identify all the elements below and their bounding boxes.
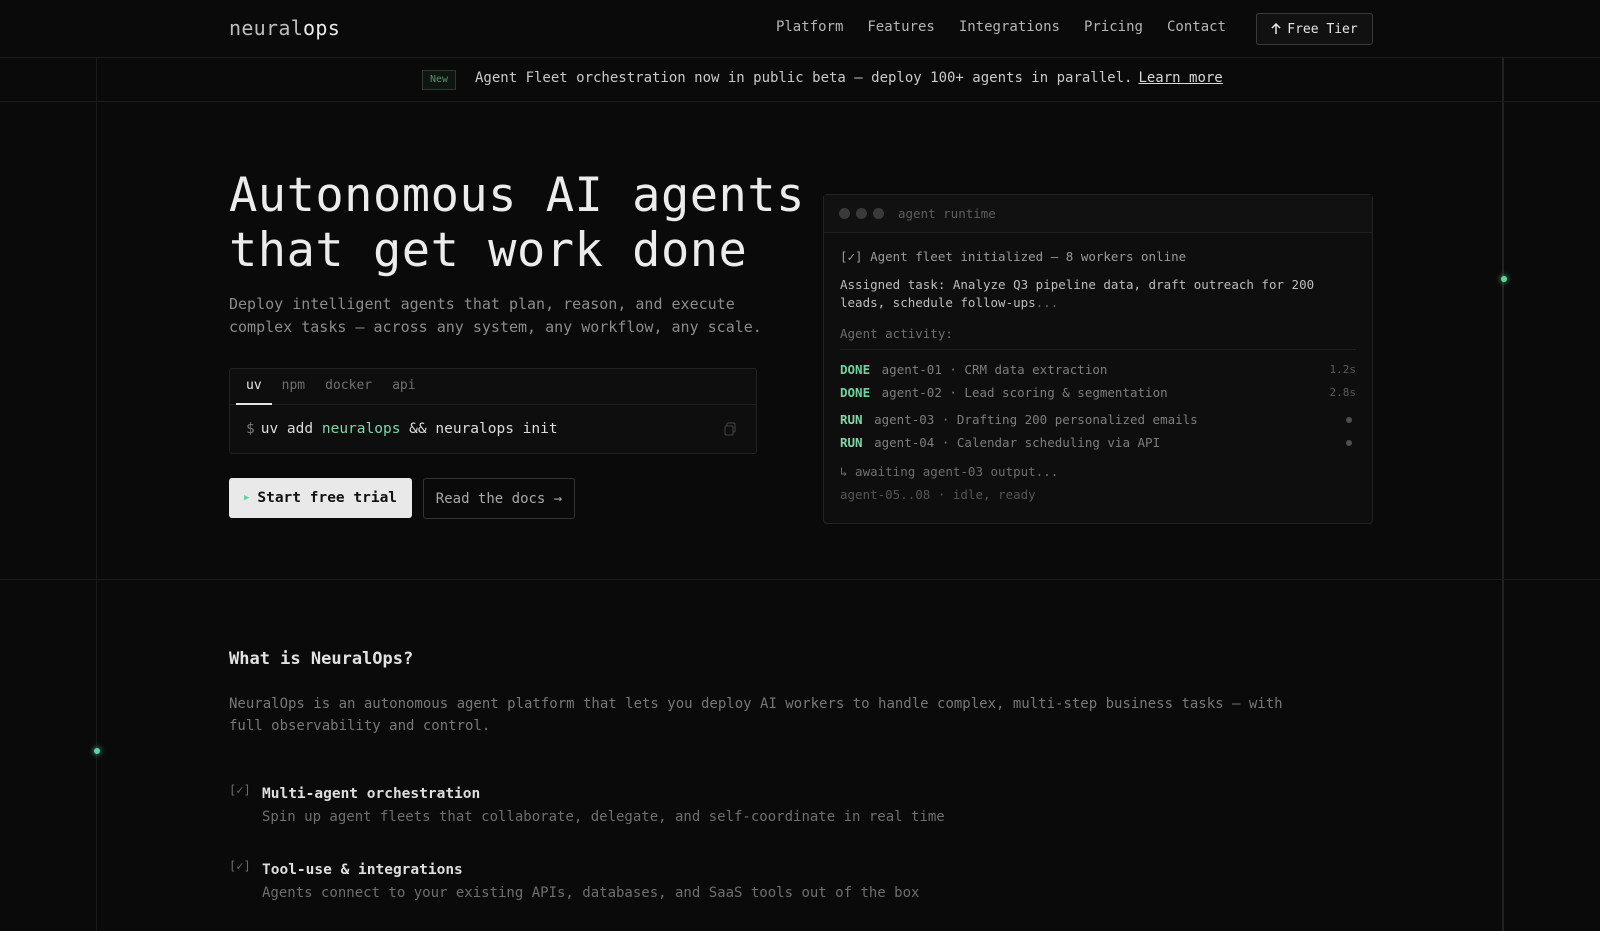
main-nav: Platform Features Integrations Pricing C… [776,19,1226,35]
install-tabs: uv npm docker api [230,369,756,405]
section-title: What is NeuralOps? [229,649,414,669]
activity-row: RUN agent-03 · Drafting 200 personalized… [840,408,1356,431]
free-tier-button[interactable]: Free Tier [1256,13,1373,45]
start-free-trial-button[interactable]: ▶ Start free trial [229,478,412,518]
terminal-title: agent runtime [898,206,996,221]
check-icon: [✓] [229,859,251,873]
glow-dot-left [94,748,100,754]
window-dot-icon [839,208,850,219]
tab-uv[interactable]: uv [236,369,272,405]
play-icon: ▶ [243,493,250,503]
hero-title-line2: that get work done [229,223,748,278]
glow-dot-right [1501,276,1507,282]
read-docs-button[interactable]: Read the docs → [423,478,575,519]
assigned-task: Assigned task: Analyze Q3 pipeline data,… [840,276,1356,312]
announcement-banner: New Agent Fleet orchestration now in pub… [0,58,1600,102]
status-badge: DONE [840,362,871,377]
learn-more-link[interactable]: Learn more [1138,70,1222,86]
nav-contact[interactable]: Contact [1167,19,1226,35]
activity-text: agent-02 · Lead scoring & segmentation [881,385,1168,400]
hero-title-line1: Autonomous AI agents [229,168,805,223]
banner-text: Agent Fleet orchestration now in public … [475,70,1223,86]
feature-title: Multi-agent orchestration [262,786,481,802]
activity-row: RUN agent-04 · Calendar scheduling via A… [840,431,1356,454]
status-badge: DONE [840,385,871,400]
install-box: uv npm docker api $ uv add neuralops && n… [229,368,757,454]
section-description: NeuralOps is an autonomous agent platfor… [229,696,1283,734]
pending-dot-icon [1346,440,1352,446]
nav-integrations[interactable]: Integrations [959,19,1060,35]
window-dot-icon [856,208,867,219]
feature-description: Agents connect to your existing APIs, da… [262,885,920,901]
nav-features[interactable]: Features [867,19,934,35]
new-badge: New [422,70,457,90]
hero-subtitle: Deploy intelligent agents that plan, rea… [229,295,762,336]
copy-icon[interactable] [724,422,736,436]
init-line: [✓] Agent fleet initialized — 8 workers … [840,249,1187,264]
agent-runtime-terminal: agent runtime [✓] Agent fleet initialize… [823,194,1373,524]
start-free-trial-label: Start free trial [257,490,398,506]
nav-pricing[interactable]: Pricing [1084,19,1143,35]
activity-text: agent-01 · CRM data extraction [881,362,1108,377]
free-tier-label: Free Tier [1287,21,1358,37]
logo-bold: ops [303,16,341,40]
tab-npm[interactable]: npm [272,369,315,404]
tab-api[interactable]: api [382,369,425,404]
cmd-post: && neuralops init [409,421,558,437]
logo-light: neural [229,16,304,40]
cmd-pre: uv add [260,421,314,437]
check-icon: [✓] [229,783,251,797]
waiting-line: ↳ awaiting agent-03 output... [840,464,1059,479]
window-dot-icon [873,208,884,219]
activity-text: agent-04 · Calendar scheduling via API [874,435,1161,450]
pending-dot-icon [1346,417,1352,423]
logo[interactable]: neuralops [229,16,340,40]
section-divider [0,579,1600,580]
install-command[interactable]: $ uv add neuralops && neuralops init [230,405,756,455]
tab-docker[interactable]: docker [315,369,382,404]
feature-description: Spin up agent fleets that collaborate, d… [262,809,945,825]
nav-platform[interactable]: Platform [776,19,843,35]
idle-line: agent-05..08 · idle, ready [840,487,1036,502]
site-header: neuralops Platform Features Integrations… [0,0,1600,58]
arrow-up-icon [1271,23,1281,34]
task-text: Assigned task: Analyze Q3 pipeline data,… [840,277,1315,310]
activity-row: DONE agent-02 · Lead scoring & segmentat… [840,381,1356,404]
shell-prompt: $ [246,421,255,437]
hero-title: Autonomous AI agents that get work done [229,168,805,278]
terminal-header: agent runtime [824,195,1372,233]
activity-text: agent-03 · Drafting 200 personalized ema… [874,412,1198,427]
activity-row: DONE agent-01 · CRM data extraction 1.2s [840,358,1356,381]
status-badge: RUN [840,435,863,450]
banner-message: Agent Fleet orchestration now in public … [475,70,1133,86]
guide-line-right [1502,58,1504,931]
task-ellipsis: ... [1035,295,1059,310]
page: neuralops Platform Features Integrations… [0,0,1600,931]
cmd-package: neuralops [321,421,401,437]
activity-label: Agent activity: [840,326,1356,350]
terminal-body: [✓] Agent fleet initialized — 8 workers … [824,233,1372,502]
status-badge: RUN [840,412,863,427]
guide-line-left [96,58,97,931]
feature-title: Tool-use & integrations [262,862,463,878]
activity-time: 2.8s [1329,386,1357,399]
activity-time: 1.2s [1329,363,1357,376]
